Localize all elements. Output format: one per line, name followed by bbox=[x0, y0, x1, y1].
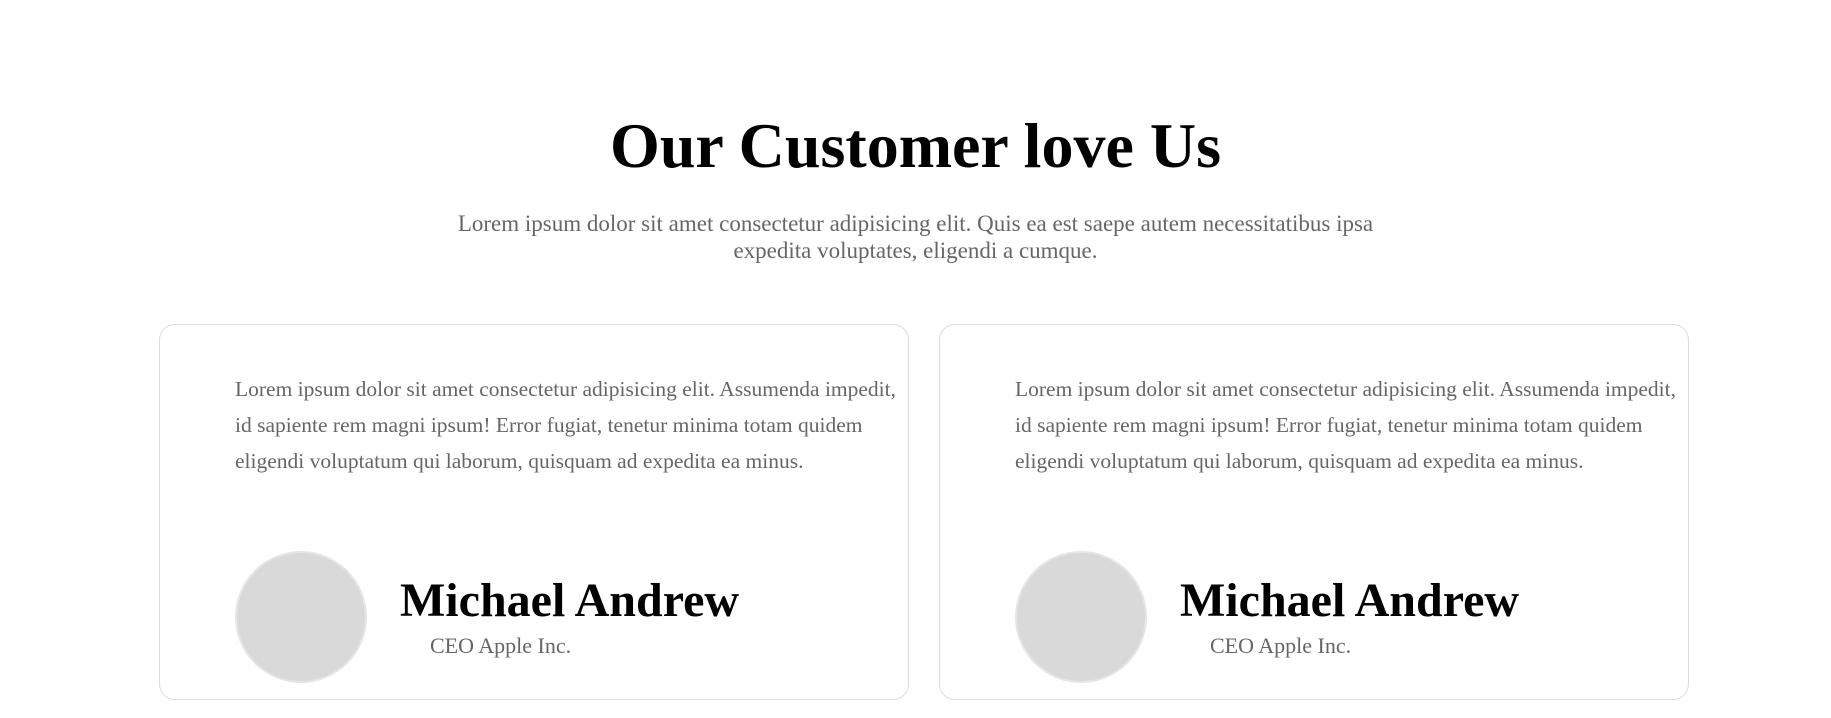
testimonial-card: Lorem ipsum dolor sit amet consectetur a… bbox=[159, 324, 909, 700]
avatar bbox=[235, 551, 367, 683]
testimonial-author-name: Michael Andrew bbox=[400, 574, 740, 627]
testimonial-quote: Lorem ipsum dolor sit amet consectetur a… bbox=[235, 377, 896, 473]
testimonials-section: Our Customer love Us Lorem ipsum dolor s… bbox=[0, 0, 1831, 718]
section-title: Our Customer love Us bbox=[610, 110, 1221, 181]
testimonial-author-name: Michael Andrew bbox=[1180, 574, 1520, 627]
testimonial-author-role: CEO Apple Inc. bbox=[430, 633, 572, 658]
section-subtitle: Lorem ipsum dolor sit amet consectetur a… bbox=[457, 211, 1374, 263]
testimonial-quote: Lorem ipsum dolor sit amet consectetur a… bbox=[1015, 377, 1676, 473]
testimonial-author-role: CEO Apple Inc. bbox=[1210, 633, 1352, 658]
testimonial-card: Lorem ipsum dolor sit amet consectetur a… bbox=[939, 324, 1689, 700]
avatar bbox=[1015, 551, 1147, 683]
